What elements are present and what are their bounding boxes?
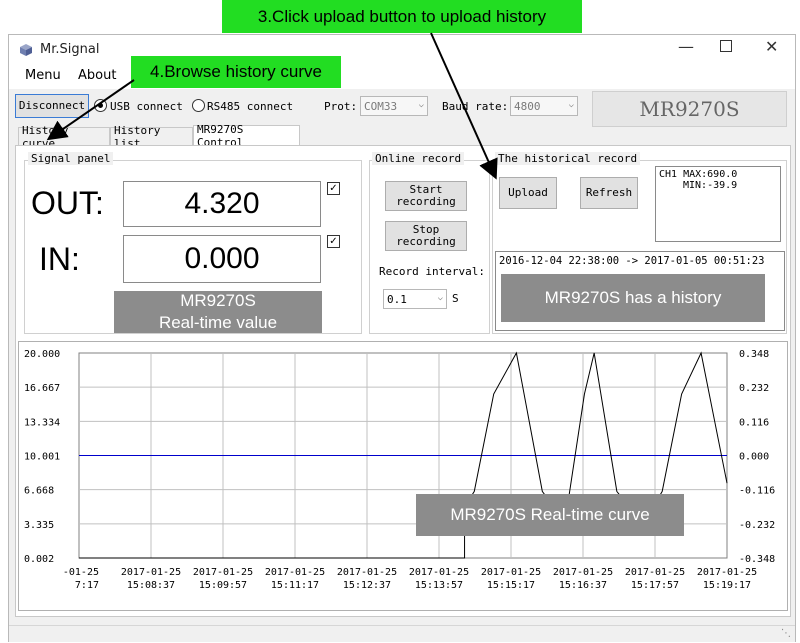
usb-radio[interactable]: [94, 99, 107, 112]
y-right-tick-label: -0.116: [739, 486, 775, 497]
port-select[interactable]: COM33 ⌵: [360, 96, 428, 116]
rs485-radio[interactable]: [192, 99, 205, 112]
x-tick-date: 2017-01-25: [337, 567, 397, 578]
x-tick-time: 15:19:17: [703, 580, 751, 591]
out-value-display: 4.320: [123, 181, 321, 227]
device-name-display: MR9270S: [592, 91, 787, 127]
y-left-tick-label: 16.667: [24, 383, 60, 394]
caption-line1: MR9270S: [180, 291, 256, 310]
stats-min: MIN:-39.9: [683, 180, 738, 191]
x-tick-date: 2017-01-25: [553, 567, 613, 578]
out-label: OUT:: [31, 185, 104, 221]
history-range-text: 2016-12-04 22:38:00 -> 2017-01-05 00:51:…: [499, 255, 765, 267]
chart-container: 20.000 16.667 13.334 10.001 6.668 3.335 0.002 0…: [18, 341, 788, 611]
baud-select[interactable]: 4800 ⌵: [510, 96, 578, 116]
in-checkbox[interactable]: ✓: [327, 235, 340, 248]
caption-line2: Real-time value: [158, 313, 278, 332]
history-stats-box: CH1 MAX:690.0 MIN:-39.9: [655, 166, 781, 242]
resize-grip-icon: ⋱: [781, 628, 791, 639]
x-tick-time: 15:12:37: [343, 580, 391, 591]
baud-value: 4800: [514, 99, 541, 113]
minimize-icon[interactable]: —: [678, 37, 694, 56]
port-label: Prot:: [324, 100, 358, 113]
start-recording-button[interactable]: Start recording: [385, 181, 467, 211]
tab-history-list[interactable]: History list: [110, 124, 193, 150]
stop-line2: recording: [396, 235, 456, 248]
x-tick-time: 15:17:57: [631, 580, 679, 591]
upload-button[interactable]: Upload: [499, 177, 557, 209]
online-record-title: Online record: [372, 152, 465, 165]
menu-item-menu[interactable]: Menu: [25, 68, 61, 83]
y-right-tick-label: 0.348: [739, 349, 769, 360]
in-label: IN:: [39, 241, 80, 277]
record-interval-label: Record interval:: [379, 265, 485, 278]
y-right-tick-label: 0.000: [739, 452, 769, 463]
status-bar: ⋱: [9, 625, 795, 642]
record-interval-select[interactable]: 0.1 ⌵: [383, 289, 447, 309]
y-left-tick-label: 6.668: [24, 486, 54, 497]
y-right-tick-label: 0.232: [739, 383, 769, 394]
x-tick-time: 15:09:57: [199, 580, 247, 591]
y-left-tick-label: 0.002: [24, 554, 54, 565]
x-tick-date: -01-25: [63, 567, 99, 578]
x-tick-date: 2017-01-25: [193, 567, 253, 578]
step4-callout: 4.Browse history curve: [131, 56, 341, 88]
tab-mr9270s-control[interactable]: MR9270S Control: [193, 123, 300, 149]
chevron-down-icon: ⌵: [418, 100, 424, 110]
x-tick-date: 2017-01-25: [481, 567, 541, 578]
title-bar: Mr.Signal — ✕: [9, 35, 795, 65]
tab-strip: History curve History list MR9270S Contr…: [15, 123, 795, 150]
x-tick-date: 2017-01-25: [121, 567, 181, 578]
x-tick-date: 2017-01-25: [409, 567, 469, 578]
y-right-tick-label: 0.116: [739, 417, 769, 428]
history-chart[interactable]: 20.000 16.667 13.334 10.001 6.668 3.335 0.002 0…: [19, 342, 787, 610]
stats-max: CH1 MAX:690.0: [659, 169, 738, 180]
app-window: Mr.Signal — ✕ Menu About Disconnect USB …: [8, 34, 796, 642]
realtime-curve-caption: MR9270S Real-time curve: [416, 494, 684, 536]
x-tick-date: 2017-01-25: [265, 567, 325, 578]
record-interval-value: 0.1: [387, 292, 407, 306]
tab-history-curve[interactable]: History curve: [18, 124, 110, 150]
y-left-tick-label: 3.335: [24, 520, 54, 531]
y-left-tick-label: 10.001: [24, 452, 60, 463]
realtime-value-caption: MR9270S Real-time value: [114, 291, 322, 333]
in-value-display: 0.000: [123, 235, 321, 283]
x-tick-time: 15:15:17: [487, 580, 535, 591]
stop-recording-button[interactable]: Stop recording: [385, 221, 467, 251]
refresh-button[interactable]: Refresh: [580, 177, 638, 209]
record-interval-unit: S: [452, 292, 459, 305]
x-tick-time: 15:16:37: [559, 580, 607, 591]
x-tick-time: 7:17: [75, 580, 99, 591]
y-right-tick-label: -0.232: [739, 520, 775, 531]
x-tick-date: 2017-01-25: [625, 567, 685, 578]
y-left-tick-label: 20.000: [24, 349, 60, 360]
historical-record-title: The historical record: [495, 152, 641, 165]
usb-label: USB connect: [110, 100, 183, 113]
radio-dot-icon: [98, 103, 103, 108]
history-caption: MR9270S has a history: [501, 274, 765, 322]
history-range-box: 2016-12-04 22:38:00 -> 2017-01-05 00:51:…: [495, 251, 785, 331]
baud-label: Baud rate:: [442, 100, 509, 113]
signal-panel-title: Signal panel: [28, 152, 114, 165]
x-tick-time: 15:11:17: [271, 580, 319, 591]
chevron-down-icon: ⌵: [437, 293, 443, 303]
menu-item-about[interactable]: About: [78, 68, 116, 83]
close-icon[interactable]: ✕: [765, 37, 778, 56]
x-tick-time: 15:13:57: [415, 580, 463, 591]
app-cube-icon: [20, 44, 32, 56]
disconnect-button[interactable]: Disconnect: [15, 94, 89, 118]
out-checkbox[interactable]: ✓: [327, 182, 340, 195]
window-title: Mr.Signal: [40, 42, 100, 57]
y-right-tick-label: -0.348: [739, 554, 775, 565]
maximize-icon[interactable]: [720, 40, 732, 52]
step3-callout: 3.Click upload button to upload history: [222, 0, 582, 33]
y-left-tick-label: 13.334: [24, 417, 60, 428]
port-value: COM33: [364, 99, 398, 113]
menu-bar: Menu About: [9, 65, 795, 89]
start-line2: recording: [396, 195, 456, 208]
rs485-label: RS485 connect: [207, 100, 294, 113]
chevron-down-icon: ⌵: [568, 100, 574, 110]
x-tick-date: 2017-01-25: [697, 567, 757, 578]
x-tick-time: 15:08:37: [127, 580, 175, 591]
